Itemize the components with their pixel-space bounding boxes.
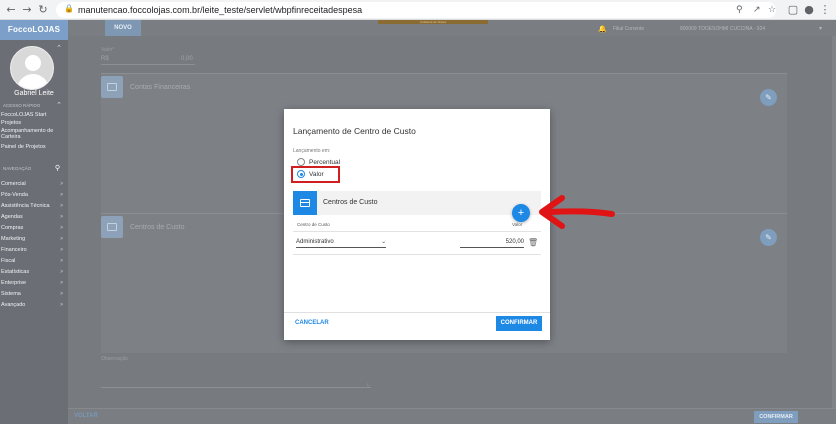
notification-bell-icon[interactable]: 🔔 — [598, 25, 607, 33]
brand-logo[interactable]: FoccoLOJAS — [0, 20, 68, 40]
edit-pencil-icon[interactable]: ✎ — [760, 229, 777, 246]
star-icon[interactable]: ☆ — [768, 5, 776, 15]
cost-center-select[interactable]: Administrativo ⌄ — [296, 239, 386, 248]
card-icon — [101, 216, 123, 238]
radio-percentual[interactable] — [297, 158, 305, 166]
nav-item[interactable]: Agendas > — [1, 214, 65, 220]
nav-item[interactable]: Assistência Técnica > — [1, 203, 65, 209]
nav-item[interactable]: Estatísticas > — [1, 269, 65, 275]
observacao-label: Observação — [101, 356, 128, 362]
cost-centers-section: Centros de Custo — [293, 191, 541, 215]
observacao-textarea[interactable] — [101, 387, 371, 388]
share-icon[interactable]: ↗ — [753, 5, 761, 15]
forward-arrow-icon[interactable]: → — [20, 3, 34, 17]
column-header-centro: Centro de Custo — [297, 222, 330, 227]
top-bar: NOVO Ambiente de Testes 🔔 Filial Corrent… — [68, 20, 836, 36]
nav-item[interactable]: Financeiro > — [1, 247, 65, 253]
filial-chevron-icon[interactable]: ▾ — [819, 25, 822, 32]
confirm-button[interactable]: CONFIRMAR — [496, 316, 542, 331]
reload-icon[interactable]: ↻ — [36, 3, 50, 17]
search-icon[interactable]: ⚲ — [736, 5, 743, 15]
nav-item[interactable]: Comercial > — [1, 181, 65, 187]
cost-center-modal: Lançamento de Centro de Custo Lançamento… — [284, 109, 550, 340]
quick-item[interactable]: FoccoLOJAS Start — [1, 112, 65, 118]
back-arrow-icon[interactable]: ← — [4, 3, 18, 17]
contas-title: Contas Financeiras — [130, 84, 191, 91]
back-button[interactable]: VOLTAR — [74, 413, 98, 419]
centros-title: Centros de Custo — [130, 224, 185, 231]
nav-item[interactable]: Sistema > — [1, 291, 65, 297]
edit-pencil-icon[interactable]: ✎ — [760, 89, 777, 106]
nav-item[interactable]: Marketing > — [1, 236, 65, 242]
profile-icon[interactable]: ● — [802, 3, 816, 17]
value-input[interactable]: 520,00 — [460, 239, 524, 248]
chevron-down-icon: ⌄ — [381, 239, 386, 245]
environment-badge: Ambiente de Testes — [378, 20, 488, 24]
divider — [293, 254, 541, 255]
nav-item[interactable]: Compras > — [1, 225, 65, 231]
sidebar-panel-icon[interactable]: ▢ — [786, 3, 800, 17]
valor-underline — [101, 64, 195, 65]
column-header-valor: Valor — [512, 222, 523, 227]
footer-bar: VOLTAR CONFIRMAR — [68, 408, 836, 424]
filial-label: Filial Corrente — [613, 26, 645, 32]
new-button[interactable]: NOVO — [105, 20, 141, 36]
user-name: Gabriel Leite — [14, 90, 54, 97]
nav-item[interactable]: Avançado > — [1, 302, 65, 308]
cost-center-value: Administrativo — [296, 239, 334, 245]
valor-input[interactable]: 0,00 — [181, 56, 193, 62]
avatar[interactable] — [10, 46, 54, 90]
browser-toolbar: ← → ↻ 🔒 manutencao.foccolojas.com.br/lei… — [0, 0, 836, 20]
quick-item[interactable]: Projetos — [1, 120, 65, 126]
lock-icon: 🔒 — [64, 4, 74, 13]
quick-item[interactable]: Painel de Projetos — [1, 144, 65, 150]
url-text: manutencao.foccolojas.com.br/leite_teste… — [78, 5, 363, 15]
lancamento-label: Lançamento em: — [293, 148, 331, 154]
divider — [284, 312, 550, 313]
collapse-chevron-icon[interactable]: ⌃ — [56, 44, 62, 52]
search-icon[interactable]: ⚲ — [55, 164, 60, 172]
nav-item[interactable]: Enterprise > — [1, 280, 65, 286]
card-icon — [101, 76, 123, 98]
page-confirm-button[interactable]: CONFIRMAR — [754, 411, 798, 423]
currency-prefix: R$ — [101, 56, 109, 62]
navigation-heading: NAVEGAÇÃO — [3, 166, 32, 171]
resize-handle-icon[interactable]: ∟ — [366, 382, 371, 388]
modal-title: Lançamento de Centro de Custo — [293, 126, 416, 136]
menu-dots-icon[interactable]: ⋮ — [818, 3, 832, 17]
trash-icon[interactable]: 🗑 — [528, 238, 538, 247]
quick-item[interactable]: Acompanhamento de Carteira — [1, 128, 65, 140]
highlight-box — [291, 166, 340, 183]
filial-select[interactable]: 800009 TOOESOHMI CUCCINA - 924 — [680, 26, 765, 32]
red-arrow-annotation — [539, 195, 615, 229]
scrollbar[interactable] — [832, 36, 836, 408]
quick-access-chevron-icon[interactable]: ⌃ — [56, 101, 62, 109]
nav-item[interactable]: Pós-Venda > — [1, 192, 65, 198]
section-title: Centros de Custo — [323, 199, 378, 206]
valor-label: Valor* — [101, 47, 115, 53]
percentual-label[interactable]: Percentual — [309, 159, 340, 166]
address-bar[interactable]: 🔒 manutencao.foccolojas.com.br/leite_tes… — [56, 2, 776, 18]
sidebar: FoccoLOJAS ⌃ Gabriel Leite ACESSO RÁPIDO… — [0, 20, 68, 424]
add-button[interactable]: + — [512, 204, 530, 222]
divider — [293, 231, 541, 232]
quick-access-heading: ACESSO RÁPIDO — [3, 103, 41, 108]
card-icon — [293, 191, 317, 215]
nav-item[interactable]: Fiscal > — [1, 258, 65, 264]
cancel-button[interactable]: CANCELAR — [295, 320, 329, 326]
